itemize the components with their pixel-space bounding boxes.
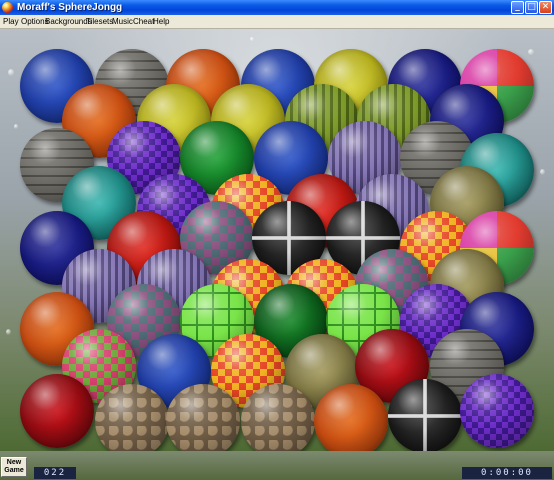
sphere-tile-orange-stone[interactable]	[314, 384, 388, 451]
menu-cheat[interactable]: Cheat	[133, 16, 154, 27]
raindrop	[540, 169, 545, 175]
close-button[interactable]: ✕	[539, 1, 552, 14]
sphere-tile-dark-red[interactable]	[20, 374, 94, 448]
minimize-button[interactable]: _	[511, 1, 524, 14]
menu-tilesets[interactable]: Tilesets	[86, 16, 113, 27]
sphere-tile-purple-check[interactable]	[460, 374, 534, 448]
maximize-button[interactable]: □	[525, 1, 538, 14]
raindrop	[250, 37, 254, 41]
new-game-label-line2: Game	[4, 467, 24, 474]
new-game-button[interactable]: New Game	[1, 457, 27, 477]
raindrop	[528, 49, 534, 55]
elapsed-timer: 0:00:00	[462, 467, 552, 479]
menu-backgrounds[interactable]: Backgrounds	[45, 16, 92, 27]
sphere-tile-cobblestone[interactable]	[166, 384, 240, 451]
window-title: Moraff's SphereJongg	[17, 2, 123, 13]
raindrop	[6, 329, 11, 335]
game-board	[0, 29, 554, 451]
sphere-tile-cobblestone[interactable]	[241, 384, 315, 451]
menu-bar: Play Options Backgrounds Tilesets Music …	[0, 15, 554, 29]
menu-music[interactable]: Music	[112, 16, 133, 27]
sphere-tile-black-steel[interactable]	[388, 379, 462, 451]
title-bar: Moraff's SphereJongg _ □ ✕	[0, 0, 554, 15]
tiles-remaining-counter: 022	[34, 467, 76, 479]
menu-play[interactable]: Play	[3, 16, 19, 27]
sphere-tile-cobblestone[interactable]	[95, 384, 169, 451]
menu-help[interactable]: Help	[153, 16, 169, 27]
new-game-label-line1: New	[6, 459, 22, 466]
raindrop	[8, 69, 14, 76]
raindrop	[14, 124, 18, 129]
app-sphere-icon	[2, 2, 13, 13]
